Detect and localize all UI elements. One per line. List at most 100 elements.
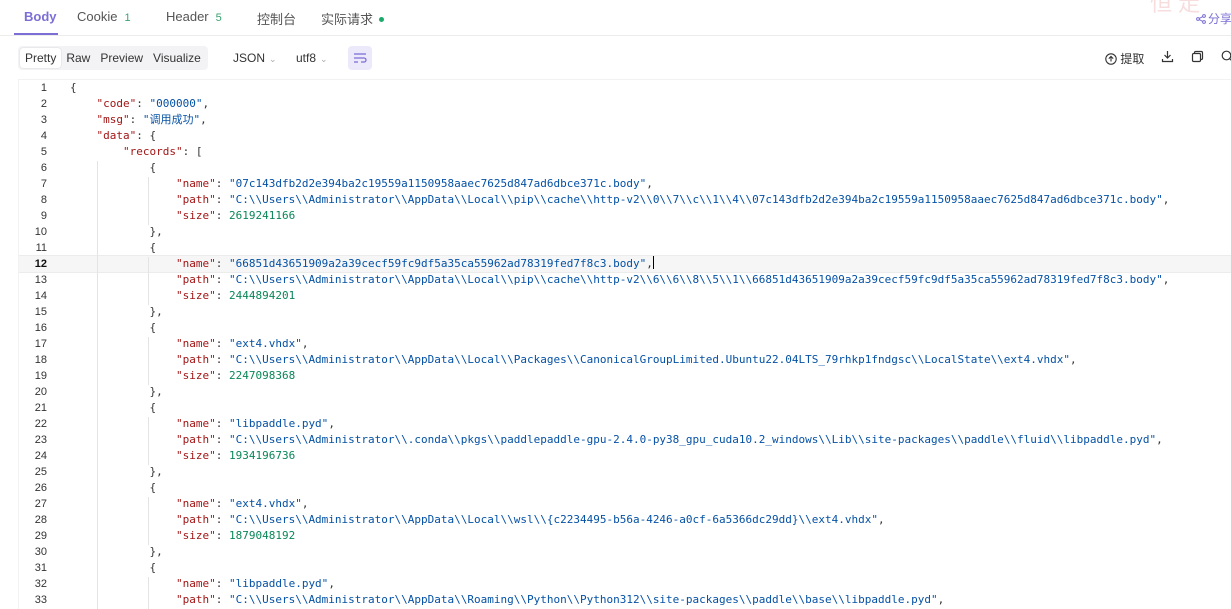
line-number: 16: [34, 322, 47, 334]
json-punctuation: :: [215, 529, 229, 542]
json-response-viewer[interactable]: 1{2 "code": "000000", 3 "msg": "调用成功", 4 "…: [18, 79, 1231, 609]
code-line[interactable]: 25 },: [19, 464, 1231, 480]
json-key: "size": [175, 529, 216, 542]
code-line[interactable]: 1{: [19, 80, 1231, 96]
code-line[interactable]: 30 },: [19, 544, 1231, 560]
tab-body-label: Body: [24, 9, 57, 24]
code-text: "size": 2619241166: [70, 208, 295, 224]
json-string: "C:\\Users\\Administrator\\.conda\\pkgs\…: [228, 433, 1157, 446]
share-button[interactable]: 分享: [1196, 10, 1231, 27]
code-line[interactable]: 26 {: [19, 480, 1231, 496]
code-line[interactable]: 15 },: [19, 304, 1231, 320]
code-text: {: [70, 400, 156, 416]
code-line[interactable]: 9 "size": 2619241166: [19, 208, 1231, 224]
json-punctuation: ,: [1070, 353, 1077, 366]
code-line[interactable]: 2 "code": "000000",: [19, 96, 1231, 112]
chevron-down-icon: ⌄: [320, 54, 328, 64]
line-number: 22: [34, 418, 47, 430]
code-line[interactable]: 11 {: [19, 240, 1231, 256]
json-punctuation: [70, 289, 176, 302]
search-icon[interactable]: [1221, 50, 1231, 63]
line-number: 28: [34, 514, 47, 526]
line-number: 11: [35, 242, 47, 254]
json-punctuation: [70, 257, 176, 270]
json-string: "C:\\Users\\Administrator\\AppData\\Loca…: [228, 353, 1071, 366]
tab-body[interactable]: Body: [24, 9, 57, 24]
code-line[interactable]: 21 {: [19, 400, 1231, 416]
code-line[interactable]: 4 "data": {: [19, 128, 1231, 144]
code-line[interactable]: 33 "path": "C:\\Users\\Administrator\\Ap…: [19, 592, 1231, 608]
tab-actual-request[interactable]: 实际请求: [321, 9, 385, 28]
tab-cookie[interactable]: Cookie 1: [77, 9, 131, 24]
code-line[interactable]: 14 "size": 2444894201: [19, 288, 1231, 304]
view-raw-button[interactable]: Raw: [61, 48, 95, 68]
code-line[interactable]: 22 "name": "libpaddle.pyd",: [19, 416, 1231, 432]
word-wrap-toggle[interactable]: [348, 46, 372, 70]
copy-icon[interactable]: [1191, 50, 1204, 63]
encoding-select[interactable]: utf8 ⌄: [296, 51, 328, 65]
json-punctuation: :: [129, 113, 143, 126]
indent-guide: [148, 337, 149, 385]
json-punctuation: ,: [1156, 433, 1163, 446]
json-key: "path": [175, 353, 216, 366]
code-line[interactable]: 24 "size": 1934196736: [19, 448, 1231, 464]
line-number: 4: [40, 130, 47, 142]
json-key: "msg": [96, 113, 130, 126]
code-line[interactable]: 27 "name": "ext4.vhdx",: [19, 496, 1231, 512]
json-punctuation: ,: [328, 577, 335, 590]
code-line[interactable]: 12 "name": "66851d43651909a2a39cecf59fc9…: [19, 255, 1231, 273]
json-string: "libpaddle.pyd": [228, 417, 329, 430]
code-line[interactable]: 18 "path": "C:\\Users\\Administrator\\Ap…: [19, 352, 1231, 368]
code-line[interactable]: 10 },: [19, 224, 1231, 240]
json-number: 2444894201: [228, 289, 296, 302]
json-punctuation: ,: [646, 177, 653, 190]
tab-header[interactable]: Header 5: [166, 9, 222, 24]
json-punctuation: :: [215, 513, 229, 526]
json-punctuation: :: [215, 577, 229, 590]
code-line[interactable]: 17 "name": "ext4.vhdx",: [19, 336, 1231, 352]
code-line[interactable]: 5 "records": [: [19, 144, 1231, 160]
code-line[interactable]: 6 {: [19, 160, 1231, 176]
extract-button[interactable]: 提取: [1105, 50, 1144, 67]
code-line[interactable]: 28 "path": "C:\\Users\\Administrator\\Ap…: [19, 512, 1231, 528]
code-line[interactable]: 29 "size": 1879048192: [19, 528, 1231, 544]
code-line[interactable]: 3 "msg": "调用成功",: [19, 112, 1231, 128]
json-key: "name": [175, 257, 216, 270]
line-number: 7: [40, 178, 47, 190]
text-cursor: [652, 256, 654, 269]
code-line[interactable]: 20 },: [19, 384, 1231, 400]
code-line[interactable]: 19 "size": 2247098368: [19, 368, 1231, 384]
line-number: 14: [34, 290, 47, 302]
view-visualize-button[interactable]: Visualize: [148, 48, 206, 68]
code-line[interactable]: 32 "name": "libpaddle.pyd",: [19, 576, 1231, 592]
line-number: 12: [34, 258, 47, 270]
json-punctuation: },: [70, 385, 163, 398]
json-punctuation: ,: [301, 337, 309, 350]
extract-label: 提取: [1120, 52, 1145, 66]
code-line[interactable]: 31 {: [19, 560, 1231, 576]
tab-console[interactable]: 控制台: [257, 9, 296, 28]
json-punctuation: :: [215, 177, 229, 190]
line-number: 27: [34, 498, 47, 510]
code-line[interactable]: 23 "path": "C:\\Users\\Administrator\\.c…: [19, 432, 1231, 448]
response-toolbar: Pretty Raw Preview Visualize JSON ⌄ utf8 ⌄…: [0, 42, 1231, 74]
download-icon[interactable]: [1161, 50, 1174, 63]
view-pretty-button[interactable]: Pretty: [20, 48, 62, 68]
json-punctuation: {: [70, 241, 157, 254]
json-key: "size": [175, 289, 216, 302]
json-punctuation: :: [215, 257, 229, 270]
code-line[interactable]: 13 "path": "C:\\Users\\Administrator\\Ap…: [19, 272, 1231, 288]
json-key: "path": [175, 513, 216, 526]
code-line[interactable]: 7 "name": "07c143dfb2d2e394ba2c19559a115…: [19, 176, 1231, 192]
wrap-lines-icon: [354, 53, 367, 63]
line-number: 30: [34, 546, 47, 558]
json-punctuation: :: [215, 417, 229, 430]
format-select[interactable]: JSON ⌄: [233, 51, 277, 65]
view-preview-button[interactable]: Preview: [95, 48, 148, 68]
code-line[interactable]: 8 "path": "C:\\Users\\Administrator\\App…: [19, 192, 1231, 208]
json-key: "size": [175, 449, 216, 462]
code-line[interactable]: 16 {: [19, 320, 1231, 336]
code-text: },: [70, 544, 162, 560]
json-punctuation: ,: [202, 97, 210, 110]
json-punctuation: {: [70, 321, 157, 334]
